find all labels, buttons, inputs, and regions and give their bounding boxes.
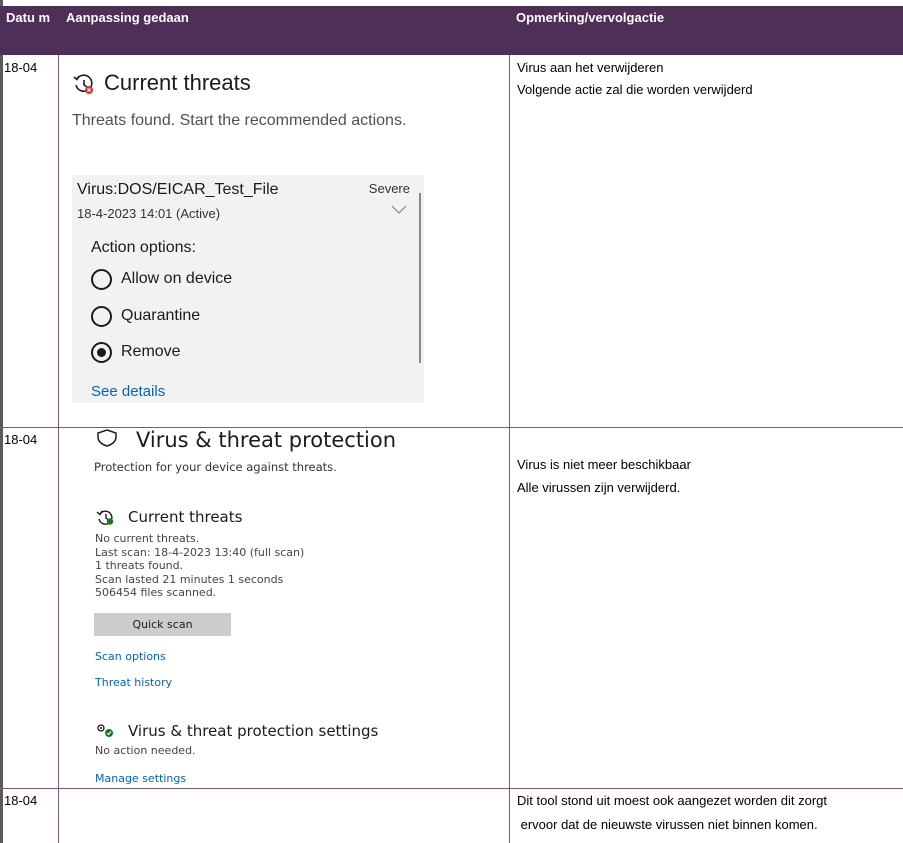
section-title: Current threats — [104, 70, 251, 95]
row-divider — [0, 788, 903, 789]
column-divider — [509, 55, 510, 843]
action-options-label: Action options: — [91, 239, 196, 256]
option-quarantine[interactable]: Quarantine — [91, 304, 200, 328]
row-remark-line: Virus is niet meer beschikbaar — [517, 457, 691, 472]
row-remark-line: ervoor dat de nieuwste virussen niet bin… — [517, 817, 818, 832]
current-threats-heading: Current threats — [128, 508, 243, 526]
column-divider — [58, 55, 59, 843]
shield-icon — [97, 429, 117, 447]
virus-protection-screenshot: Virus & threat protection Protection for… — [60, 428, 505, 788]
quick-scan-button[interactable]: Quick scan — [94, 613, 231, 636]
status-line: No current threats. — [95, 532, 200, 545]
scrollbar[interactable] — [419, 193, 421, 363]
row-remark-line: Volgende actie zal die worden verwijderd — [517, 82, 753, 97]
threat-history-icon — [73, 74, 93, 94]
table-header: Datu m Aanpassing gedaan Opmerking/vervo… — [0, 6, 903, 55]
row-remark-line: Alle virussen zijn verwijderd. — [517, 480, 681, 495]
severity-label: Severe — [368, 181, 410, 196]
row-date: 18-04 — [4, 793, 38, 808]
row-date: 18-04 — [4, 60, 38, 75]
radio-button[interactable] — [91, 268, 112, 290]
header-change: Aanpassing gedaan — [66, 10, 189, 25]
settings-status: No action needed. — [95, 744, 196, 757]
chevron-down-icon[interactable] — [391, 205, 407, 215]
see-details-link[interactable]: See details — [91, 383, 165, 400]
header-date: Datu m — [6, 10, 51, 25]
page-edge — [0, 0, 3, 843]
header-remark: Opmerking/vervolgactie — [516, 10, 665, 25]
current-threats-screenshot: Current threats Threats found. Start the… — [60, 58, 505, 423]
option-label: Quarantine — [121, 307, 201, 324]
option-label: Remove — [121, 343, 181, 360]
option-label: Allow on device — [121, 270, 233, 287]
status-line: Last scan: 18-4-2023 13:40 (full scan) — [95, 545, 305, 559]
row-remark-line: Virus aan het verwijderen — [517, 60, 664, 75]
option-allow-on-device[interactable]: Allow on device — [91, 267, 232, 291]
radio-button-selected[interactable] — [91, 341, 112, 363]
threat-date: 18-4-2023 14:01 (Active) — [77, 206, 221, 221]
threat-card: Virus:DOS/EICAR_Test_File 18-4-2023 14:0… — [72, 175, 424, 403]
threat-name: Virus:DOS/EICAR_Test_File — [77, 181, 279, 198]
row-remark-line: Dit tool stond uit moest ook aangezet wo… — [517, 793, 828, 808]
row-date: 18-04 — [4, 432, 38, 447]
option-remove[interactable]: Remove — [91, 340, 181, 364]
scan-status: No current threats. Last scan: 18-4-2023… — [95, 532, 304, 600]
status-line: Scan lasted 21 minutes 1 seconds — [95, 572, 284, 586]
scan-options-link[interactable]: Scan options — [95, 650, 166, 663]
settings-gear-icon — [97, 724, 113, 737]
radio-button[interactable] — [91, 305, 112, 327]
section-subtitle: Threats found. Start the recommended act… — [72, 112, 407, 129]
status-line: 1 threats found. — [95, 559, 184, 572]
page-subtitle: Protection for your device against threa… — [94, 460, 337, 474]
threat-history-icon — [96, 510, 114, 525]
settings-heading: Virus & threat protection settings — [128, 722, 379, 740]
threat-history-link[interactable]: Threat history — [95, 676, 172, 689]
page-title: Virus & threat protection — [136, 428, 397, 452]
status-line: 506454 files scanned. — [95, 586, 217, 599]
manage-settings-link[interactable]: Manage settings — [95, 772, 186, 785]
